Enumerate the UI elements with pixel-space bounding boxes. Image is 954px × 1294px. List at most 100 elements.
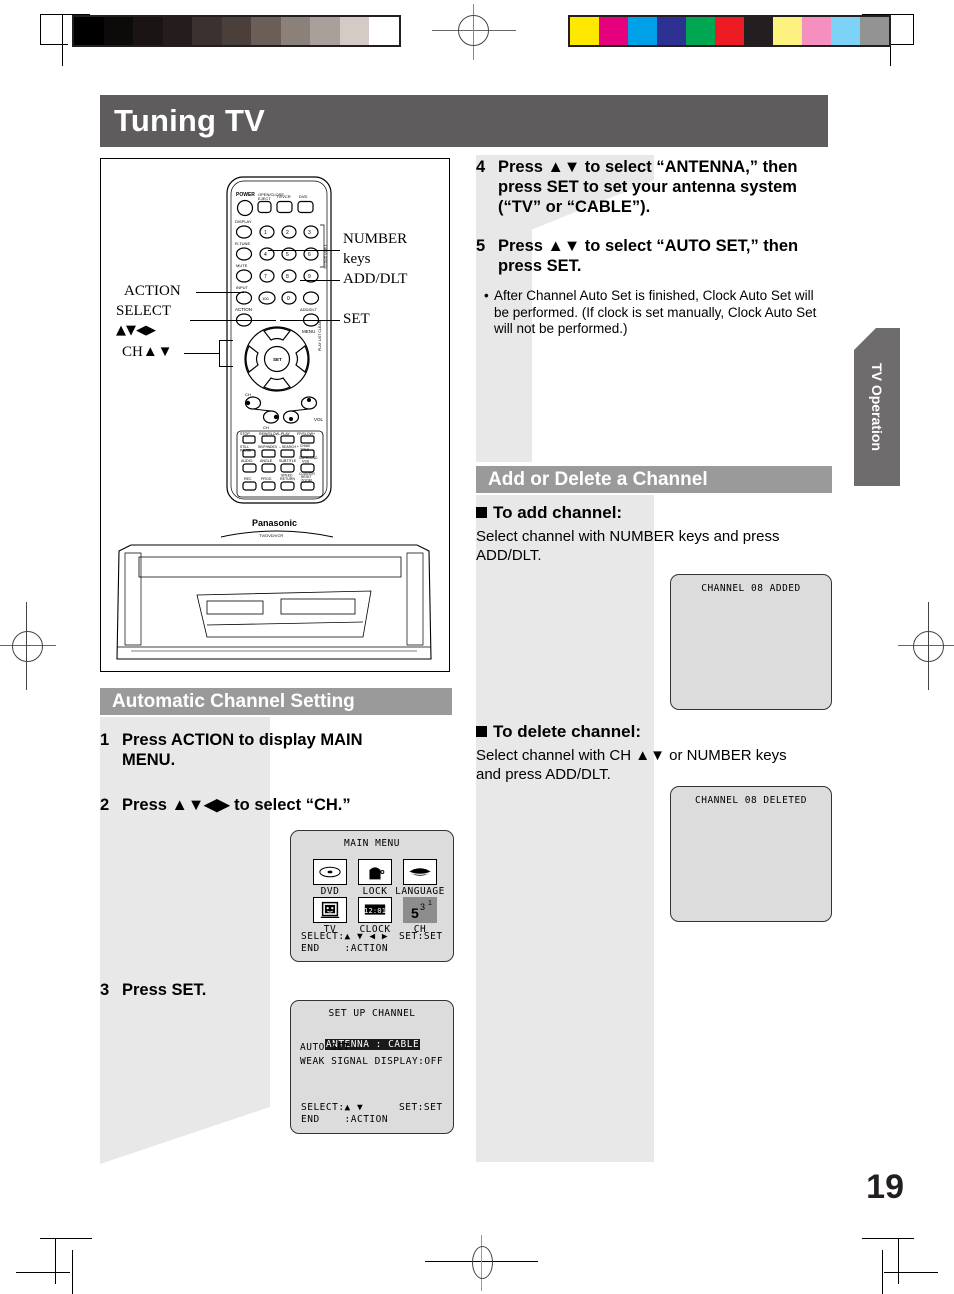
- callout-select: SELECT ▲▼◀▶: [116, 303, 171, 338]
- callout-ch: CH▲▼: [122, 344, 173, 360]
- svg-text:VOL: VOL: [314, 417, 324, 422]
- svg-text:STOP: STOP: [240, 432, 250, 436]
- callout-number-keys: NUMBER keys: [343, 231, 408, 267]
- step-1: 1 Press ACTION to display MAIN MENU.: [100, 730, 410, 770]
- gray-swatch: [133, 17, 163, 45]
- osd-menu-item-language[interactable]: LANGUAGE: [393, 859, 447, 897]
- note-auto-set-text: After Channel Auto Set is finished, Cloc…: [494, 288, 817, 336]
- note-bullet-dot: •: [484, 288, 489, 303]
- svg-text:100: 100: [262, 296, 269, 301]
- step-1-text: Press ACTION to display MAIN MENU.: [122, 731, 363, 769]
- gray-swatch: [369, 17, 399, 45]
- crop-mark-br-v2: [882, 1250, 883, 1294]
- gray-swatch: [74, 17, 104, 45]
- osd-set-up-channel-select: SELECT:▲ ▼: [301, 1102, 364, 1113]
- gray-swatch: [280, 17, 310, 45]
- svg-text:ANGLE: ANGLE: [260, 459, 273, 463]
- svg-text:DISPLAY: DISPLAY: [235, 219, 252, 224]
- gray-swatch: [221, 17, 251, 45]
- subhead-delete-label: To delete channel:: [493, 722, 641, 741]
- svg-text:RETURN: RETURN: [280, 477, 295, 481]
- osd-channel-deleted-text: CHANNEL 08 DELETED: [695, 795, 807, 806]
- channel-numbers-icon: 531: [403, 897, 437, 923]
- svg-text:MUTE: MUTE: [236, 263, 248, 268]
- gray-swatch: [310, 17, 340, 45]
- leader-number-keys: [268, 250, 340, 251]
- step-3-text: Press SET.: [122, 981, 207, 999]
- gray-swatch: [339, 17, 369, 45]
- svg-text:SET: SET: [273, 357, 282, 362]
- osd-menu-label-language: LANGUAGE: [395, 886, 445, 897]
- note-auto-set: • After Channel Auto Set is finished, Cl…: [484, 288, 824, 338]
- page-number: 19: [866, 1168, 904, 1206]
- auto-shade-block: [100, 717, 270, 1164]
- osd-set-up-channel: SET UP CHANNEL ANTENNA : CABLE AUTO SET …: [290, 1000, 454, 1134]
- step-4: 4 Press ▲▼ to select “ANTENNA,” then pre…: [476, 157, 832, 217]
- svg-text:R-TUNE: R-TUNE: [235, 241, 250, 246]
- osd-set-up-channel-title: SET UP CHANNEL: [328, 1008, 416, 1019]
- step-4-text: Press ▲▼ to select “ANTENNA,” then press…: [498, 158, 798, 216]
- mouth-language-icon: [403, 859, 437, 885]
- color-swatch: [773, 17, 802, 45]
- svg-text:3: 3: [308, 230, 311, 236]
- leader-set: [280, 320, 340, 321]
- crop-mark-br-h2: [884, 1272, 938, 1273]
- svg-text:TV DVD VCR 1: TV DVD VCR 1: [324, 244, 328, 269]
- crop-mark-bl-v2: [72, 1250, 73, 1294]
- step-4-number: 4: [476, 158, 486, 176]
- svg-text:PLAY LIST CLEAR: PLAY LIST CLEAR: [318, 320, 322, 351]
- svg-text:TV/VCR: TV/VCR: [276, 194, 291, 199]
- osd-menu-item-ch[interactable]: 531 CH: [393, 897, 447, 935]
- section-header-auto-channel-label: Automatic Channel Setting: [112, 690, 355, 712]
- text-to-delete-channel: Select channel with CH ▲▼ or NUMBER keys…: [476, 747, 787, 783]
- svg-text:SKIP/INDEX: SKIP/INDEX: [258, 445, 278, 449]
- crop-mark-tl-v2: [40, 14, 41, 44]
- svg-text:REW/SLOW–: REW/SLOW–: [259, 432, 281, 436]
- color-swatch: [628, 17, 657, 45]
- clock-icon: 12:01: [358, 897, 392, 923]
- color-swatch: [802, 17, 831, 45]
- subhead-to-delete-channel: To delete channel:: [476, 722, 641, 742]
- svg-text:4: 4: [264, 252, 267, 258]
- leader-ch-bracket-v: [219, 340, 220, 366]
- crop-mark-tl-h2: [40, 44, 68, 45]
- svg-text:7: 7: [264, 274, 267, 280]
- bullet-square-add: [476, 507, 487, 518]
- svg-text:PROG: PROG: [261, 477, 272, 481]
- svg-text:EJECT: EJECT: [258, 196, 271, 201]
- gray-swatch: [192, 17, 222, 45]
- svg-text:MENU: MENU: [302, 329, 315, 334]
- leader-select: [190, 320, 276, 321]
- svg-text:2: 2: [286, 230, 289, 236]
- svg-text:TITLE: TITLE: [300, 448, 310, 452]
- svg-text:POWER: POWER: [236, 192, 255, 198]
- osd-main-menu: MAIN MENU DVD LOCK LANGUAGE TV 12:01 CLO…: [290, 830, 454, 962]
- tv-icon: [313, 897, 347, 923]
- callout-set: SET: [343, 311, 370, 327]
- svg-text:0: 0: [287, 296, 290, 302]
- step-3: 3 Press SET.: [100, 980, 400, 1000]
- gray-swatch: [103, 17, 133, 45]
- page-title-bar: Tuning TV: [100, 95, 828, 147]
- osd-auto-set-row[interactable]: AUTO SET: [300, 1042, 350, 1053]
- osd-main-menu-set: SET:SET: [399, 931, 443, 942]
- svg-text:SUBTITLE: SUBTITLE: [279, 459, 297, 463]
- svg-text:5: 5: [411, 905, 419, 921]
- osd-main-menu-select: SELECT:▲ ▼ ◀ ▶: [301, 931, 389, 942]
- svg-text:DVD: DVD: [299, 194, 308, 199]
- step-2-text: Press ▲▼◀▶ to select “CH.”: [122, 796, 351, 814]
- crop-mark-bl-v: [55, 1238, 56, 1284]
- svg-text:1: 1: [428, 900, 432, 907]
- subhead-add-label: To add channel:: [493, 503, 623, 522]
- side-tab-label: TV Operation: [869, 363, 885, 451]
- osd-weak-signal-row[interactable]: WEAK SIGNAL DISPLAY:OFF: [300, 1056, 443, 1067]
- text-to-add-channel: Select channel with NUMBER keys and pres…: [476, 528, 780, 564]
- osd-channel-deleted: CHANNEL 08 DELETED: [670, 786, 832, 922]
- crop-mark-tr-v2: [913, 14, 914, 44]
- svg-text:PAUSE: PAUSE: [240, 449, 252, 453]
- color-swatch: [831, 17, 860, 45]
- svg-text:ACTION: ACTION: [235, 307, 252, 312]
- gray-swatch: [162, 17, 192, 45]
- svg-text:6: 6: [308, 252, 311, 258]
- leader-add-dlt: [300, 280, 340, 281]
